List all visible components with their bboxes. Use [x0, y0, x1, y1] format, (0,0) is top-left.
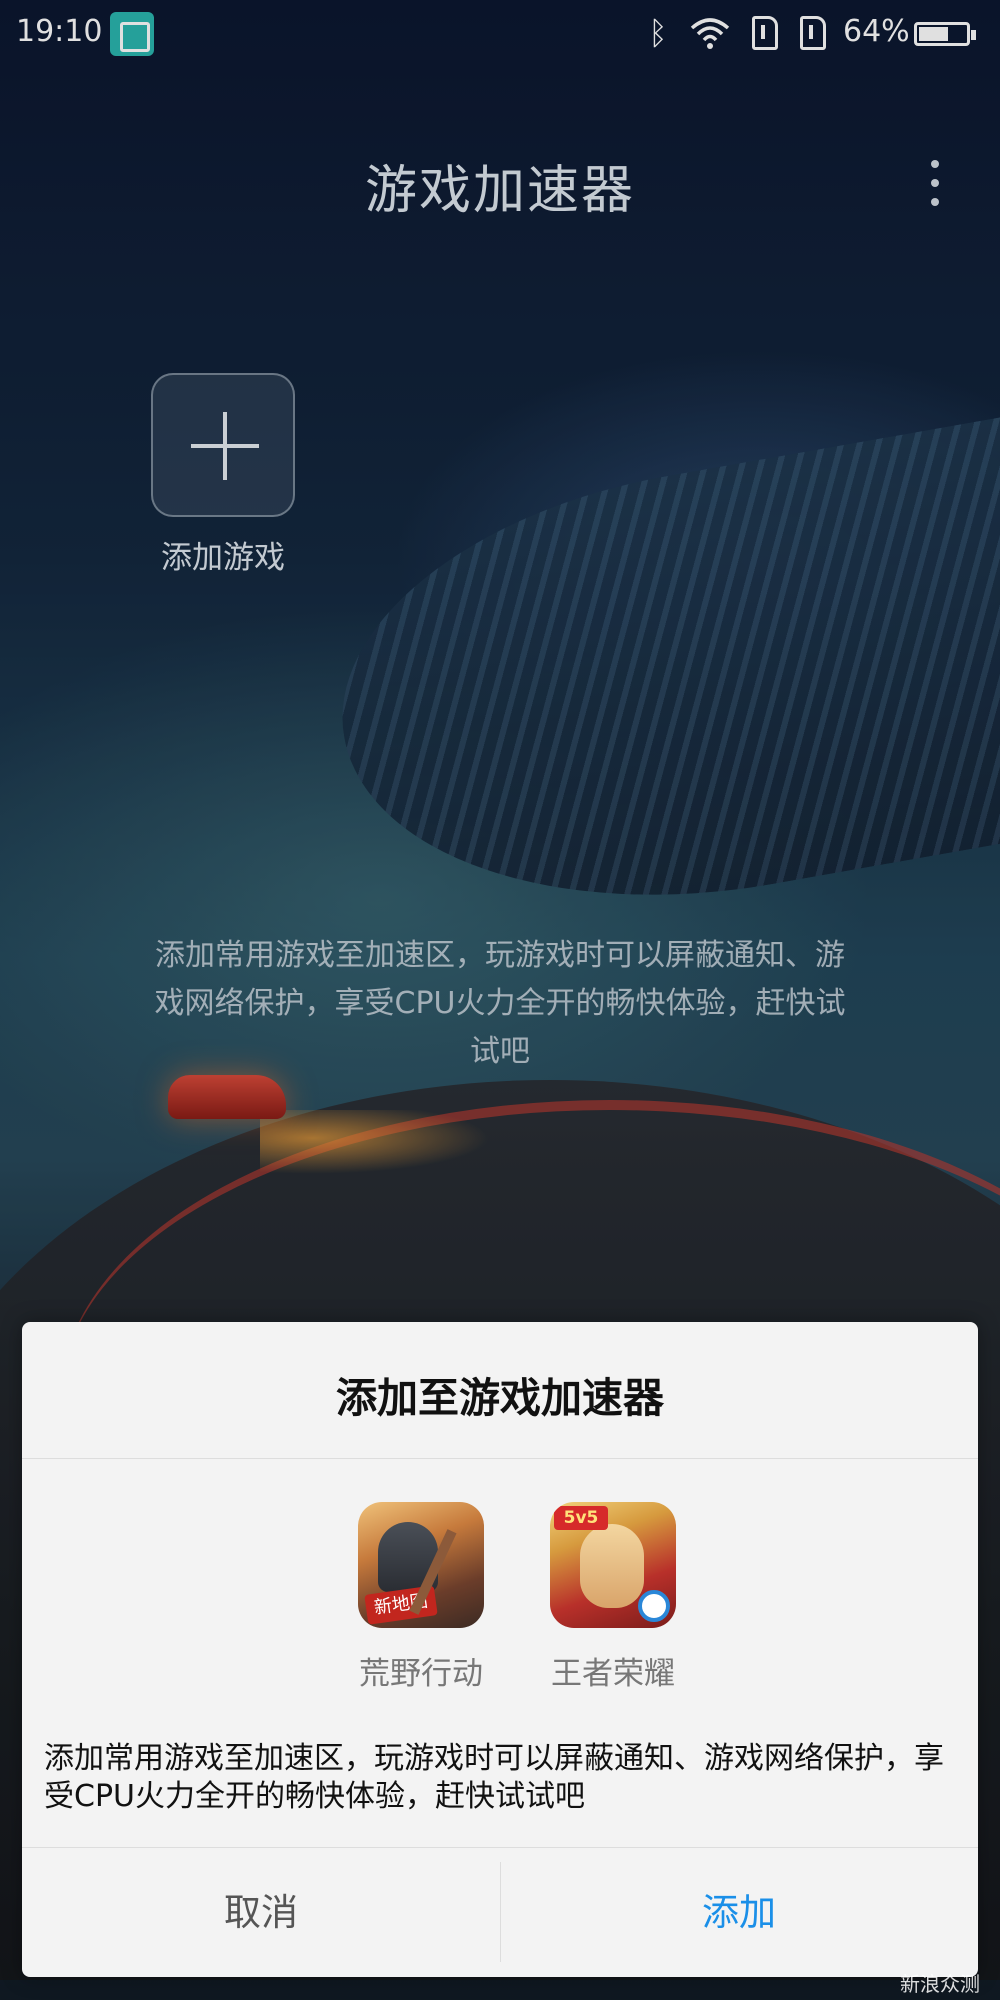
new-map-badge: 新地图	[364, 1585, 438, 1625]
watermark: 新浪众测	[900, 1972, 980, 1996]
wzry-app-icon: 5v5	[550, 1502, 676, 1628]
add-button[interactable]: 添加	[500, 1848, 978, 1977]
hyxd-app-icon: 新地图	[358, 1502, 484, 1628]
tencent-logo-icon	[638, 1590, 670, 1622]
dialog-description: 添加常用游戏至加速区，玩游戏时可以屏蔽通知、游戏网络保护，享受CPU火力全开的畅…	[44, 1741, 944, 1814]
5v5-badge: 5v5	[554, 1506, 608, 1530]
divider	[22, 1458, 978, 1459]
app-label: 王者荣耀	[551, 1656, 675, 1692]
add-to-accelerator-dialog: 添加至游戏加速器 新地图 荒野行动 5v5 王者荣耀 添加常用游戏至加速区，玩游…	[22, 1322, 978, 1977]
app-item-wzry[interactable]: 5v5 王者荣耀	[528, 1502, 698, 1693]
app-item-hyxd[interactable]: 新地图 荒野行动	[336, 1502, 506, 1693]
cancel-button[interactable]: 取消	[22, 1848, 500, 1977]
app-label: 荒野行动	[359, 1656, 483, 1692]
dialog-title: 添加至游戏加速器	[336, 1374, 664, 1422]
